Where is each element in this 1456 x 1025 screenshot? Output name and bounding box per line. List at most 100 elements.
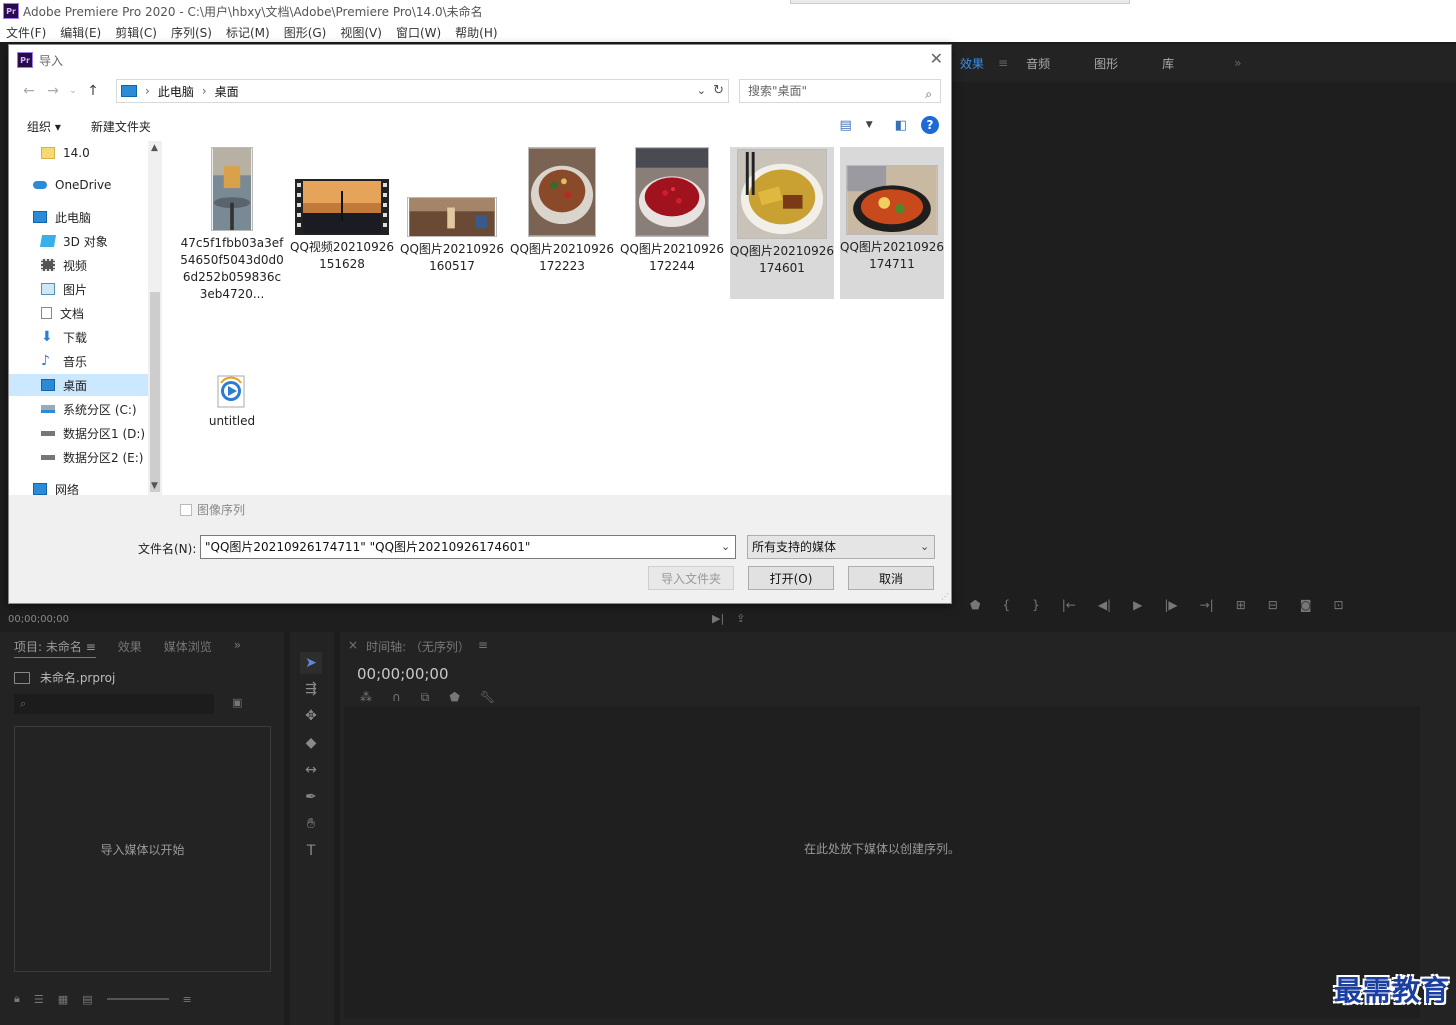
import-folder-button[interactable]: 导入文件夹	[648, 566, 734, 590]
image-sequence-option[interactable]: 图像序列	[180, 501, 245, 518]
mark-in-icon[interactable]: {	[1002, 598, 1010, 612]
project-search-input[interactable]: ⌕	[14, 694, 214, 714]
wrench-icon[interactable]: 🔧︎	[480, 690, 495, 705]
nav-scrollbar-thumb[interactable]	[150, 292, 160, 492]
nav-item-drive-d[interactable]: 数据分区1 (D:)	[9, 422, 149, 444]
razor-tool-icon[interactable]: ◆	[300, 732, 322, 754]
lift-icon[interactable]: ⊞	[1236, 598, 1246, 612]
tab-graphics[interactable]: 图形	[1094, 55, 1118, 72]
selection-tool-icon[interactable]: ➤	[300, 652, 322, 674]
up-arrow-icon[interactable]: ↑	[81, 83, 105, 99]
button-editor-icon[interactable]: ⊡	[1334, 598, 1344, 612]
file-item-qq-image-174711[interactable]: QQ图片20210926174711	[840, 147, 944, 299]
new-bin-icon[interactable]: ▣	[232, 696, 242, 709]
timeline-track-area[interactable]	[344, 706, 1420, 1018]
menu-sequence[interactable]: 序列(S)	[171, 24, 212, 41]
go-to-in-icon[interactable]: |←	[1062, 598, 1076, 612]
organize-button[interactable]: 组织 ▾	[27, 118, 61, 135]
nav-item-videos[interactable]: 视频	[9, 254, 149, 276]
file-type-chevron-icon[interactable]: ⌄	[920, 540, 929, 553]
nav-item-onedrive[interactable]: OneDrive	[9, 174, 149, 196]
change-view-icon[interactable]: ▤	[839, 118, 851, 133]
tab-project[interactable]: 项目: 未命名 ≡	[14, 638, 96, 658]
help-icon[interactable]: ?	[921, 116, 939, 134]
nest-icon[interactable]: ⁂	[360, 690, 372, 705]
slip-tool-icon[interactable]: ↔	[300, 759, 322, 781]
tab-effects-project[interactable]: 效果	[118, 638, 142, 658]
export-frame-camera-icon[interactable]: ◙	[1300, 598, 1312, 612]
cancel-button[interactable]: 取消	[848, 566, 934, 590]
menu-markers[interactable]: 标记(M)	[226, 24, 270, 41]
pen-tool-icon[interactable]: ✒	[300, 786, 322, 808]
nav-item-this-pc[interactable]: 此电脑	[9, 206, 149, 228]
menu-help[interactable]: 帮助(H)	[455, 24, 497, 41]
go-to-out-icon[interactable]: →|	[1200, 598, 1214, 612]
type-tool-icon[interactable]: T	[300, 840, 322, 862]
file-item-qq-image-172244[interactable]: QQ图片20210926172244	[620, 147, 724, 297]
step-back-icon[interactable]: ◀|	[1098, 598, 1111, 612]
address-bar[interactable]: › 此电脑 › 桌面 ⌄ ↻	[116, 79, 729, 103]
menu-file[interactable]: 文件(F)	[6, 24, 46, 41]
tab-effects[interactable]: 效果	[960, 55, 984, 72]
timeline-menu-icon[interactable]: ≡	[478, 638, 488, 655]
view-options-chevron-icon[interactable]: ▼	[866, 120, 873, 130]
image-sequence-checkbox[interactable]	[180, 503, 192, 516]
nav-item-pictures[interactable]: 图片	[9, 278, 149, 300]
sort-icon[interactable]: ≡	[183, 993, 192, 1006]
breadcrumb-separator-icon[interactable]: ›	[202, 84, 207, 98]
timeline-close-icon[interactable]: ×	[348, 638, 358, 655]
snap-icon[interactable]: ∩	[392, 690, 401, 705]
open-button[interactable]: 打开(O)	[748, 566, 834, 590]
icon-view-icon[interactable]: ▦	[58, 993, 68, 1006]
track-select-tool-icon[interactable]: ⇶	[300, 678, 322, 700]
project-more-tabs-icon[interactable]: »	[234, 638, 241, 658]
menu-edit[interactable]: 编辑(E)	[60, 24, 101, 41]
file-item-qq-image-160517[interactable]: QQ图片20210926160517	[400, 197, 504, 297]
breadcrumb-separator-icon[interactable]: ›	[145, 84, 150, 98]
export-icon[interactable]: ⇪	[736, 612, 745, 625]
lock-icon[interactable]: 🔒︎	[14, 992, 20, 1006]
resize-grip-icon[interactable]: ⋰	[941, 592, 949, 601]
nav-item-3d-objects[interactable]: 3D 对象	[9, 230, 149, 252]
close-icon[interactable]: ✕	[930, 49, 943, 68]
play-icon[interactable]: ▶	[1133, 598, 1142, 612]
add-marker-icon[interactable]: ⬟	[970, 598, 980, 612]
search-input[interactable]: 搜索"桌面" ⌕	[739, 79, 941, 103]
file-item-qq-image-172223[interactable]: QQ图片20210926172223	[510, 147, 614, 297]
mark-out-icon[interactable]: }	[1032, 598, 1040, 612]
ripple-edit-tool-icon[interactable]: ✥	[300, 705, 322, 727]
nav-item-drive-c[interactable]: 系统分区 (C:)	[9, 398, 149, 420]
tab-libraries[interactable]: 库	[1162, 55, 1174, 72]
nav-item-documents[interactable]: 文档	[9, 302, 149, 324]
menu-view[interactable]: 视图(V)	[340, 24, 382, 41]
hand-tool-icon[interactable]: ✋︎	[300, 813, 322, 835]
nav-item-downloads[interactable]: ⬇ 下载	[9, 326, 149, 348]
nav-item-desktop[interactable]: 桌面	[9, 374, 149, 396]
filename-field[interactable]: "QQ图片20210926174711" "QQ图片20210926174601…	[200, 535, 736, 559]
file-item-47c5f1[interactable]: 47c5f1fbb03a3ef54650f5043d0d06d252b05983…	[180, 147, 284, 303]
preview-pane-icon[interactable]: ◧	[895, 118, 907, 133]
search-icon[interactable]: ⌕	[925, 83, 932, 105]
tab-audio[interactable]: 音频	[1026, 55, 1050, 72]
new-folder-button[interactable]: 新建文件夹	[91, 118, 151, 135]
project-drop-zone[interactable]: 导入媒体以开始	[14, 726, 271, 972]
tab-project-menu-icon[interactable]: ≡	[86, 640, 96, 654]
nav-item-music[interactable]: ♪ 音乐	[9, 350, 149, 372]
nav-item-14-0[interactable]: 14.0	[9, 142, 149, 164]
tab-media-browser[interactable]: 媒体浏览	[164, 638, 212, 658]
step-forward-icon[interactable]: |▶	[1164, 598, 1177, 612]
nav-item-drive-e[interactable]: 数据分区2 (E:)	[9, 446, 149, 468]
scroll-up-icon[interactable]: ▲	[151, 143, 158, 153]
recent-locations-chevron-icon[interactable]: ⌄	[65, 86, 81, 96]
list-view-icon[interactable]: ☰	[34, 993, 44, 1006]
menu-graphics[interactable]: 图形(G)	[284, 24, 327, 41]
back-arrow-icon[interactable]: ←	[17, 83, 41, 99]
linked-selection-icon[interactable]: ⧉	[421, 690, 430, 705]
refresh-icon[interactable]: ↻	[713, 83, 724, 98]
breadcrumb-this-pc[interactable]: 此电脑	[158, 83, 194, 100]
menu-clip[interactable]: 剪辑(C)	[115, 24, 157, 41]
scroll-down-icon[interactable]: ▼	[151, 481, 158, 491]
tab-effects-menu-icon[interactable]: ≡	[998, 56, 1008, 70]
file-type-select[interactable]: 所有支持的媒体	[747, 535, 935, 559]
insert-icon[interactable]: ▶|	[712, 612, 724, 625]
